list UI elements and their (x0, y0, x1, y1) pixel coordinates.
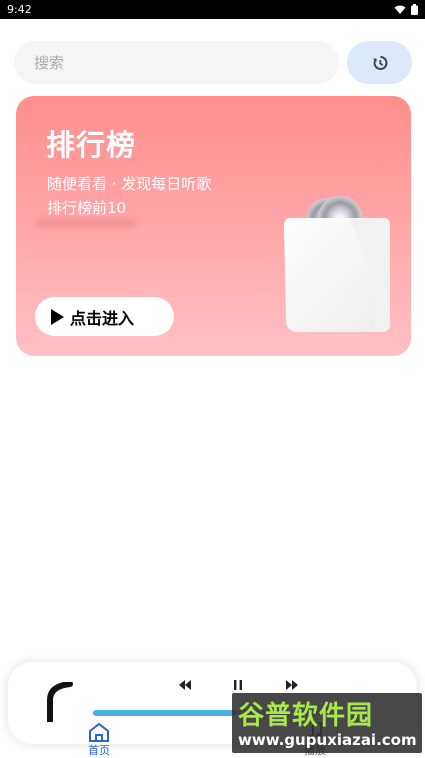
status-time: 9:42 (7, 3, 32, 16)
shopping-bag-illustration (284, 196, 390, 336)
history-button[interactable] (347, 41, 412, 84)
fast-forward-icon[interactable] (286, 680, 298, 690)
search-row (14, 41, 412, 84)
album-cover (47, 682, 73, 722)
battery-icon (411, 4, 418, 15)
wifi-icon (394, 5, 406, 14)
rewind-icon[interactable] (179, 680, 191, 690)
ranking-card[interactable]: 排行榜 随便看看 · 发现每日听歌 排行榜前10 点击进入 (16, 96, 411, 356)
pause-icon[interactable] (234, 680, 242, 690)
home-icon (89, 722, 109, 742)
card-subtitle: 随便看看 · 发现每日听歌 (47, 175, 212, 193)
card-subtitle-secondary: 排行榜前10 (47, 199, 127, 217)
progress-fill (93, 710, 236, 716)
play-icon (51, 308, 64, 325)
watermark-logo: 谷普软件园 www.gupuxiazai.com (232, 693, 422, 753)
enter-button-label: 点击进入 (70, 308, 135, 328)
tab-home[interactable]: 首页 (88, 722, 110, 758)
card-title: 排行榜 (46, 128, 137, 162)
card-text-shadow (36, 219, 136, 227)
status-bar: 9:42 (0, 0, 425, 19)
history-icon (372, 55, 388, 70)
tab-home-label: 首页 (88, 744, 110, 757)
search-input[interactable] (14, 41, 339, 84)
watermark-brand: 谷普软件园 (238, 701, 374, 731)
watermark-url: www.gupuxiazai.com (238, 731, 417, 749)
enter-button[interactable]: 点击进入 (35, 297, 174, 336)
